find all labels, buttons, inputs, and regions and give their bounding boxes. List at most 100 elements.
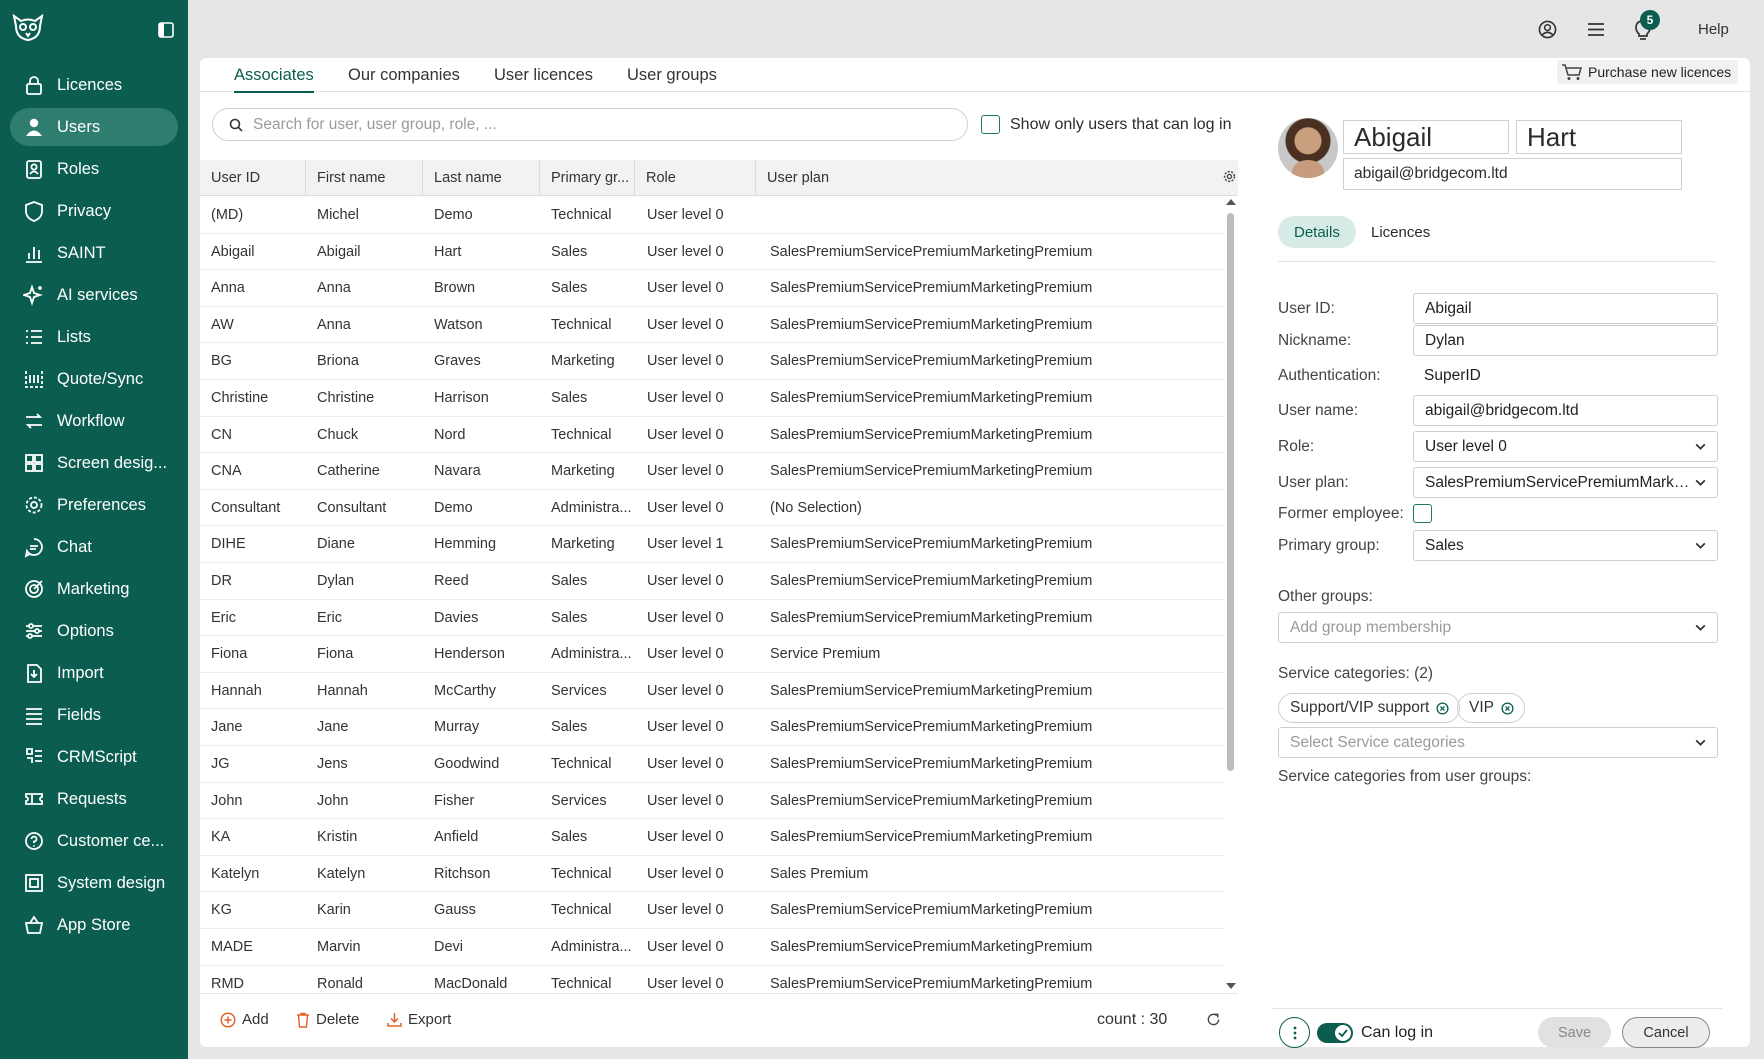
sidebar-item-privacy[interactable]: Privacy: [10, 192, 178, 230]
tab-associates[interactable]: Associates: [234, 66, 314, 93]
sidebar-item-users[interactable]: Users: [10, 108, 178, 146]
role-select[interactable]: User level 0: [1413, 431, 1718, 462]
table-row[interactable]: CNA Catherine Navara Marketing User level 0 S…: [200, 453, 1224, 490]
remove-chip-icon[interactable]: [1501, 701, 1514, 715]
can-login-toggle[interactable]: [1317, 1023, 1353, 1043]
sidebar-item-fields[interactable]: Fields: [10, 696, 178, 734]
table-row[interactable]: RMD Ronald MacDonald Technical User level 0 S…: [200, 966, 1224, 993]
scroll-down-icon[interactable]: [1226, 983, 1236, 989]
save-button[interactable]: Save: [1538, 1017, 1611, 1048]
sidebar-item-preferences[interactable]: Preferences: [10, 486, 178, 524]
export-button[interactable]: Export: [387, 1011, 451, 1028]
col-primary-group[interactable]: Primary gr...: [540, 160, 635, 196]
sidebar-item-app-store[interactable]: App Store: [10, 906, 178, 944]
sidebar-item-customer-ce[interactable]: Customer ce...: [10, 822, 178, 860]
user-plan-value: SalesPremiumServicePremiumMarketingPremi…: [1425, 473, 1690, 491]
remove-chip-icon[interactable]: [1436, 701, 1449, 715]
sidebar-item-ai-services[interactable]: AI services: [10, 276, 178, 314]
select-service-categories[interactable]: Select Service categories: [1278, 727, 1718, 758]
tab-user-groups[interactable]: User groups: [627, 66, 717, 91]
tab-our-companies[interactable]: Our companies: [348, 66, 460, 91]
sidebar-item-label: Fields: [57, 705, 102, 724]
cell-user-id: JG: [211, 756, 230, 772]
cell-user-id: CN: [211, 426, 232, 443]
sidebar-item-roles[interactable]: Roles: [10, 150, 178, 188]
table-row[interactable]: Jane Jane Murray Sales User level 0 SalesPrem…: [200, 709, 1224, 746]
table-row[interactable]: AW Anna Watson Technical User level 0 SalesPr…: [200, 307, 1224, 344]
tab-user-licences[interactable]: User licences: [494, 66, 593, 91]
show-only-login-checkbox[interactable]: Show only users that can log in: [981, 115, 1231, 134]
chat-icon: [20, 536, 48, 558]
table-row[interactable]: Fiona Fiona Henderson Administra... User lev…: [200, 636, 1224, 673]
table-row[interactable]: KG Karin Gauss Technical User level 0 SalesPr…: [200, 892, 1224, 929]
table-row[interactable]: John John Fisher Services User level 0 SalesP…: [200, 783, 1224, 820]
delete-button[interactable]: Delete: [296, 1011, 359, 1028]
sidebar-item-crmscript[interactable]: CRMScript: [10, 738, 178, 776]
email-field[interactable]: abigail@bridgecom.ltd: [1343, 158, 1682, 190]
menu-icon[interactable]: [1587, 22, 1605, 41]
last-name-field[interactable]: Hart: [1516, 120, 1682, 154]
col-role[interactable]: Role: [635, 160, 756, 196]
table-row[interactable]: Abigail Abigail Hart Sales User level 0 Sales…: [200, 234, 1224, 271]
table-row[interactable]: MADE Marvin Devi Administra... User level 0 S…: [200, 929, 1224, 966]
col-last-name[interactable]: Last name: [423, 160, 540, 196]
sidebar-item-requests[interactable]: Requests: [10, 780, 178, 818]
table-row[interactable]: Consultant Consultant Demo Administra... Use…: [200, 490, 1224, 527]
sidebar-item-licences[interactable]: Licences: [10, 66, 178, 104]
table-row[interactable]: CN Chuck Nord Technical User level 0 SalesPre…: [200, 417, 1224, 454]
first-name-field[interactable]: Abigail: [1343, 120, 1509, 154]
cell-user-plan: SalesPremiumServicePremiumMarketingPremi…: [770, 792, 1093, 809]
cancel-button[interactable]: Cancel: [1622, 1017, 1710, 1048]
more-options-button[interactable]: [1279, 1017, 1310, 1048]
checkbox-icon[interactable]: [981, 115, 1000, 134]
nickname-field[interactable]: Dylan: [1413, 325, 1718, 356]
column-settings-gear-icon[interactable]: [1223, 170, 1236, 187]
sidebar-item-marketing[interactable]: Marketing: [10, 570, 178, 608]
scroll-up-icon[interactable]: [1226, 199, 1236, 205]
sidebar-item-chat[interactable]: Chat: [10, 528, 178, 566]
table-row[interactable]: JG Jens Goodwind Technical User level 0 Sales…: [200, 746, 1224, 783]
table-row[interactable]: DR Dylan Reed Sales User level 0 SalesPremium…: [200, 563, 1224, 600]
table-row[interactable]: BG Briona Graves Marketing User level 0 Sales…: [200, 343, 1224, 380]
sidebar-item-workflow[interactable]: Workflow: [10, 402, 178, 440]
refresh-icon[interactable]: [1206, 1012, 1221, 1031]
sidebar-item-saint[interactable]: SAINT: [10, 234, 178, 272]
cell-first-name: Fiona: [317, 646, 354, 663]
former-employee-checkbox[interactable]: [1413, 504, 1432, 527]
tab-details[interactable]: Details: [1278, 216, 1356, 248]
col-user-plan[interactable]: User plan: [756, 160, 1216, 196]
account-icon[interactable]: [1538, 20, 1557, 43]
table-row[interactable]: Eric Eric Davies Sales User level 0 SalesPrem…: [200, 600, 1224, 637]
sidebar-collapse-icon[interactable]: [158, 22, 174, 42]
purchase-licences-button[interactable]: Purchase new licences: [1557, 60, 1738, 84]
user-plan-select[interactable]: SalesPremiumServicePremiumMarketingPremi…: [1413, 467, 1718, 498]
help-link[interactable]: Help: [1698, 21, 1729, 38]
owl-logo-icon[interactable]: [12, 13, 44, 46]
sidebar-item-quote-sync[interactable]: Quote/Sync: [10, 360, 178, 398]
table-row[interactable]: Christine Christine Harrison Sales User leve…: [200, 380, 1224, 417]
cell-primary-group: Administra...: [551, 646, 632, 663]
col-user-id[interactable]: User ID: [200, 160, 306, 196]
sidebar-item-lists[interactable]: Lists: [10, 318, 178, 356]
col-first-name[interactable]: First name: [306, 160, 423, 196]
username-field[interactable]: abigail@bridgecom.ltd: [1413, 395, 1718, 426]
search-input[interactable]: [253, 115, 933, 134]
table-row[interactable]: Katelyn Katelyn Ritchson Technical User leve…: [200, 856, 1224, 893]
table-row[interactable]: (MD) Michel Demo Technical User level 0: [200, 197, 1224, 234]
table-row[interactable]: Hannah Hannah McCarthy Services User level 0…: [200, 673, 1224, 710]
tab-licences[interactable]: Licences: [1355, 216, 1446, 248]
search-box[interactable]: [212, 108, 968, 141]
table-row[interactable]: Anna Anna Brown Sales User level 0 SalesPremi…: [200, 270, 1224, 307]
primary-group-select[interactable]: Sales: [1413, 530, 1718, 561]
add-button[interactable]: Add: [220, 1011, 269, 1028]
sidebar-item-system-design[interactable]: System design: [10, 864, 178, 902]
scroll-thumb[interactable]: [1227, 213, 1234, 771]
sidebar-item-import[interactable]: Import: [10, 654, 178, 692]
table-scrollbar[interactable]: [1225, 197, 1237, 993]
user-id-field[interactable]: Abigail: [1413, 293, 1718, 324]
sidebar-item-screen-desig[interactable]: Screen desig...: [10, 444, 178, 482]
table-row[interactable]: DIHE Diane Hemming Marketing User level 1 Sal…: [200, 526, 1224, 563]
table-row[interactable]: KA Kristin Anfield Sales User level 0 SalesPr…: [200, 819, 1224, 856]
add-group-select[interactable]: Add group membership: [1278, 612, 1718, 643]
sidebar-item-options[interactable]: Options: [10, 612, 178, 650]
